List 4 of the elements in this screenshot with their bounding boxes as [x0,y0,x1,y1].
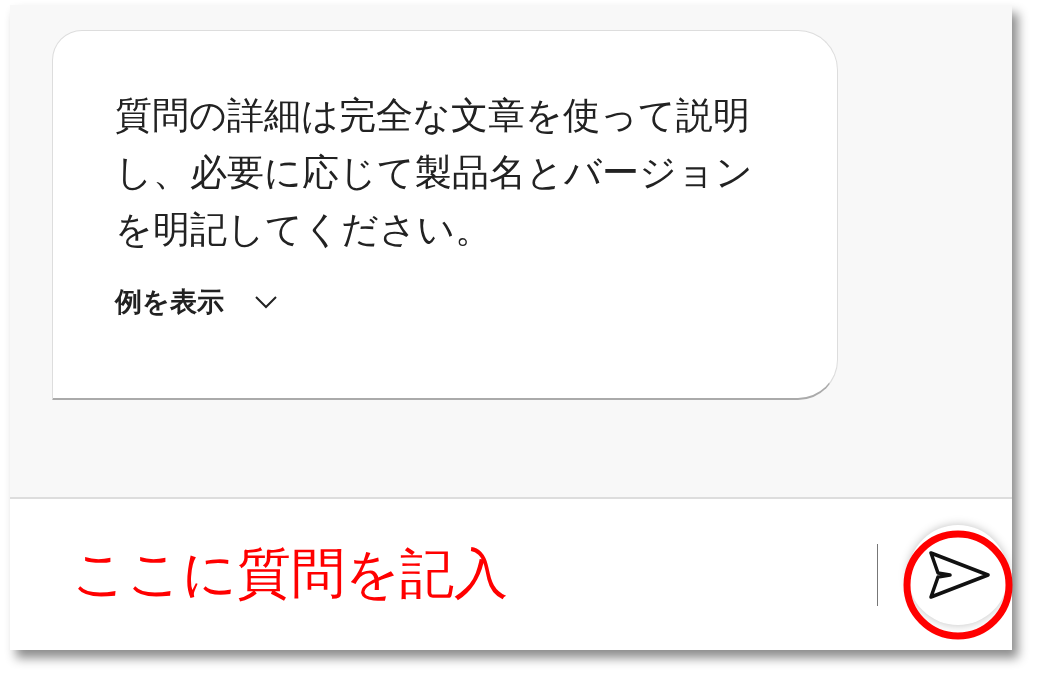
chevron-icon [254,295,278,309]
annotation-text: ここに質問を記入 [72,541,509,607]
message-text: 質問の詳細は完全な文章を使って説明し、必要に応じて製品名とバージョンを明記してください。 [115,93,754,253]
show-examples-toggle[interactable]: 例を表示 [115,284,278,320]
